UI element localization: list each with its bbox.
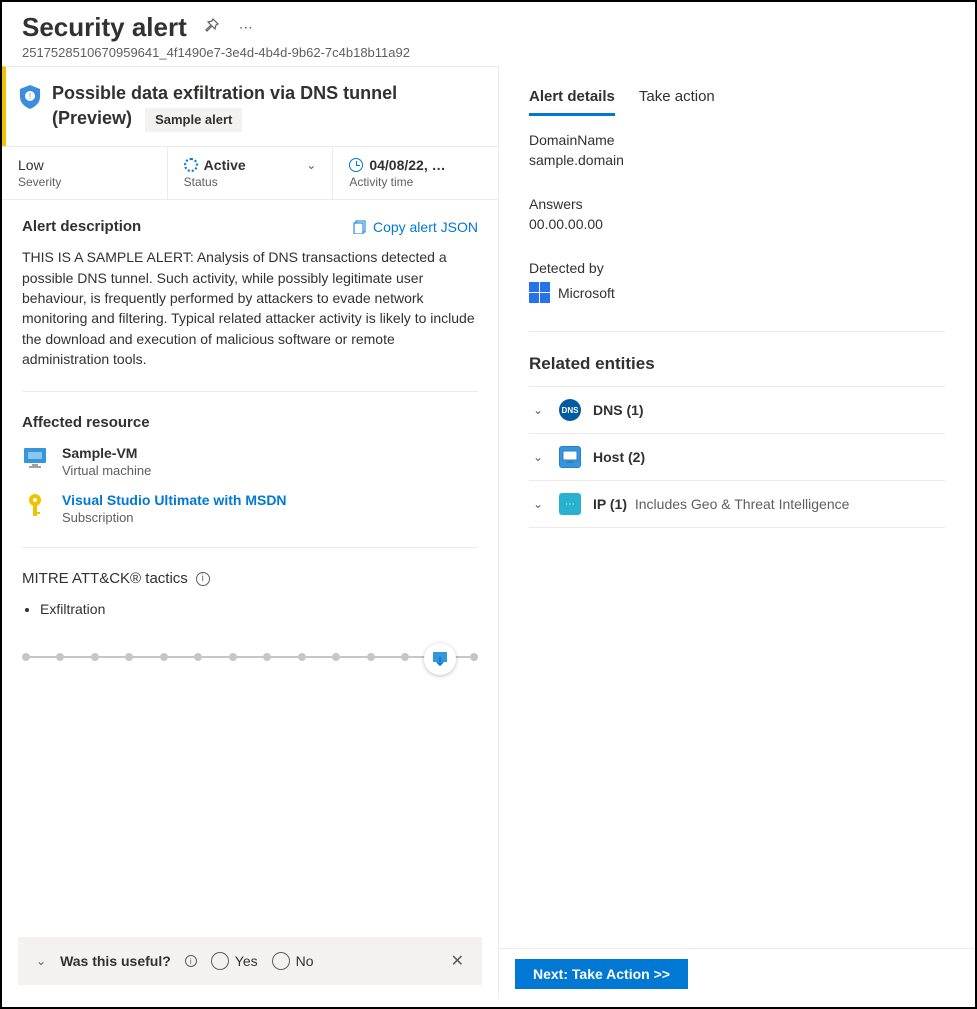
severity-cell: Low Severity [2, 147, 168, 199]
answers-label: Answers [529, 196, 945, 212]
feedback-bar: ⌄ Was this useful? i Yes No ✕ [18, 937, 482, 985]
more-icon[interactable]: ⋯ [235, 15, 257, 40]
alert-title: Possible data exfiltration via DNS tunne… [52, 81, 397, 132]
answers-value: 00.00.00.00 [529, 216, 945, 232]
clock-icon [349, 158, 363, 172]
entity-label: Host (2) [593, 449, 645, 465]
divider [22, 391, 478, 392]
entity-suffix: Includes Geo & Threat Intelligence [635, 496, 850, 512]
entity-row-host[interactable]: ⌄ Host (2) [529, 433, 945, 480]
killchain-track [22, 635, 478, 679]
activity-time-value: 04/08/22, … [369, 157, 445, 173]
microsoft-logo-icon [529, 282, 550, 303]
feedback-yes-label: Yes [235, 953, 258, 969]
host-icon [559, 446, 581, 468]
ip-icon: ⋯ [559, 493, 581, 515]
pin-icon[interactable] [199, 14, 223, 41]
exfiltration-badge-icon[interactable] [424, 643, 456, 675]
divider [22, 547, 478, 548]
spinner-icon [184, 158, 198, 172]
chevron-down-icon: ⌄ [306, 158, 316, 172]
close-icon[interactable]: ✕ [451, 951, 464, 971]
alert-title-block: ! Possible data exfiltration via DNS tun… [2, 66, 498, 146]
chevron-down-icon[interactable]: ⌄ [36, 954, 46, 968]
domainname-value: sample.domain [529, 152, 945, 168]
chevron-down-icon: ⌄ [533, 403, 547, 417]
domainname-label: DomainName [529, 132, 945, 148]
divider [529, 331, 945, 332]
sample-alert-badge: Sample alert [145, 108, 242, 132]
entity-label: DNS (1) [593, 402, 644, 418]
key-icon [22, 492, 48, 518]
detectedby-label: Detected by [529, 260, 945, 276]
related-entities-heading: Related entities [529, 354, 945, 374]
affected-resource-heading: Affected resource [22, 414, 478, 431]
severity-label: Severity [18, 175, 151, 189]
feedback-no[interactable]: No [272, 952, 314, 970]
resource-type: Virtual machine [62, 463, 151, 478]
resource-row-vm[interactable]: Sample-VM Virtual machine [22, 445, 478, 478]
description-text: THIS IS A SAMPLE ALERT: Analysis of DNS … [22, 247, 478, 369]
copy-alert-json-button[interactable]: Copy alert JSON [353, 219, 478, 235]
tab-alert-details[interactable]: Alert details [529, 88, 615, 116]
severity-value: Low [18, 157, 44, 173]
feedback-yes[interactable]: Yes [211, 952, 258, 970]
page-title: Security alert [22, 12, 187, 43]
svg-text:!: ! [29, 92, 31, 101]
status-label: Status [184, 175, 317, 189]
info-icon[interactable]: i [196, 572, 210, 586]
resource-name-link[interactable]: Visual Studio Ultimate with MSDN [62, 492, 287, 508]
next-take-action-button[interactable]: Next: Take Action >> [515, 959, 688, 989]
feedback-question: Was this useful? [60, 953, 171, 969]
tactic-item: Exfiltration [40, 601, 478, 617]
status-value: Active [204, 157, 246, 173]
description-heading: Alert description [22, 218, 141, 235]
properties-strip: Low Severity Active ⌄ Status 04/08/22, …… [2, 146, 498, 200]
chevron-down-icon: ⌄ [533, 450, 547, 464]
detectedby-value: Microsoft [558, 285, 615, 301]
entity-row-dns[interactable]: ⌄ DNS DNS (1) [529, 386, 945, 433]
chevron-down-icon: ⌄ [533, 497, 547, 511]
left-panel: ! Possible data exfiltration via DNS tun… [2, 66, 499, 999]
copy-alert-json-label: Copy alert JSON [373, 219, 478, 235]
copy-icon [353, 220, 367, 234]
resource-row-subscription[interactable]: Visual Studio Ultimate with MSDN Subscri… [22, 492, 478, 525]
right-panel: Alert details Take action DomainName sam… [499, 66, 975, 999]
tabs: Alert details Take action [499, 66, 975, 116]
entity-label: IP (1) [593, 496, 627, 512]
feedback-no-label: No [296, 953, 314, 969]
alert-title-line1: Possible data exfiltration via DNS tunne… [52, 83, 397, 103]
shield-icon: ! [20, 85, 40, 109]
dns-icon: DNS [559, 399, 581, 421]
resource-type: Subscription [62, 510, 287, 525]
info-icon[interactable]: i [185, 955, 197, 967]
tab-take-action[interactable]: Take action [639, 88, 715, 116]
mitre-heading: MITRE ATT&CK® tactics [22, 570, 188, 587]
tactic-list: Exfiltration [40, 601, 478, 617]
alert-title-line2: (Preview) [52, 108, 132, 128]
alert-id: 2517528510670959641_4f1490e7-3e4d-4b4d-9… [22, 45, 955, 60]
activity-time-cell: 04/08/22, … Activity time [333, 147, 498, 199]
resource-name: Sample-VM [62, 445, 151, 461]
vm-icon [22, 445, 48, 471]
entity-row-ip[interactable]: ⌄ ⋯ IP (1) Includes Geo & Threat Intelli… [529, 480, 945, 528]
activity-time-label: Activity time [349, 175, 482, 189]
page-header: Security alert ⋯ 2517528510670959641_4f1… [2, 2, 975, 66]
status-cell[interactable]: Active ⌄ Status [168, 147, 334, 199]
